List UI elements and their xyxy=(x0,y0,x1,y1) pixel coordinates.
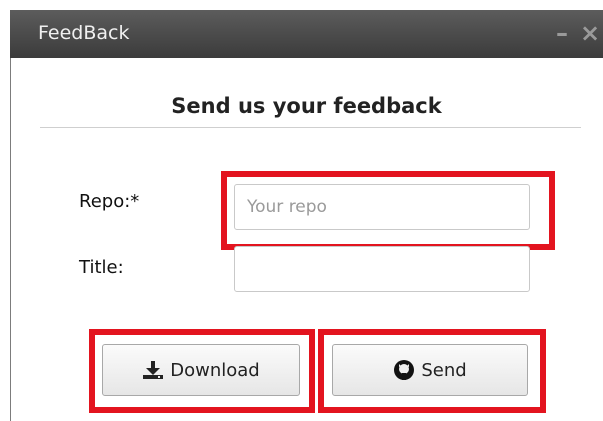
minimize-icon[interactable]: – xyxy=(556,19,568,47)
download-icon xyxy=(142,360,164,380)
repo-label: Repo:* xyxy=(79,191,140,212)
title-input[interactable] xyxy=(234,246,530,292)
title-bar[interactable]: FeedBack – × xyxy=(10,10,603,58)
window-title: FeedBack xyxy=(38,22,130,44)
send-label: Send xyxy=(421,359,467,381)
divider xyxy=(40,127,581,128)
form-heading: Send us your feedback xyxy=(171,94,442,118)
download-label: Download xyxy=(170,359,260,381)
close-icon[interactable]: × xyxy=(580,19,600,47)
send-button[interactable]: Send xyxy=(332,344,528,396)
github-icon xyxy=(393,359,415,381)
title-label: Title: xyxy=(79,257,124,278)
repo-input[interactable] xyxy=(234,184,530,230)
download-button[interactable]: Download xyxy=(102,344,300,396)
feedback-window: FeedBack – × Send us your feedback Repo:… xyxy=(10,10,603,421)
